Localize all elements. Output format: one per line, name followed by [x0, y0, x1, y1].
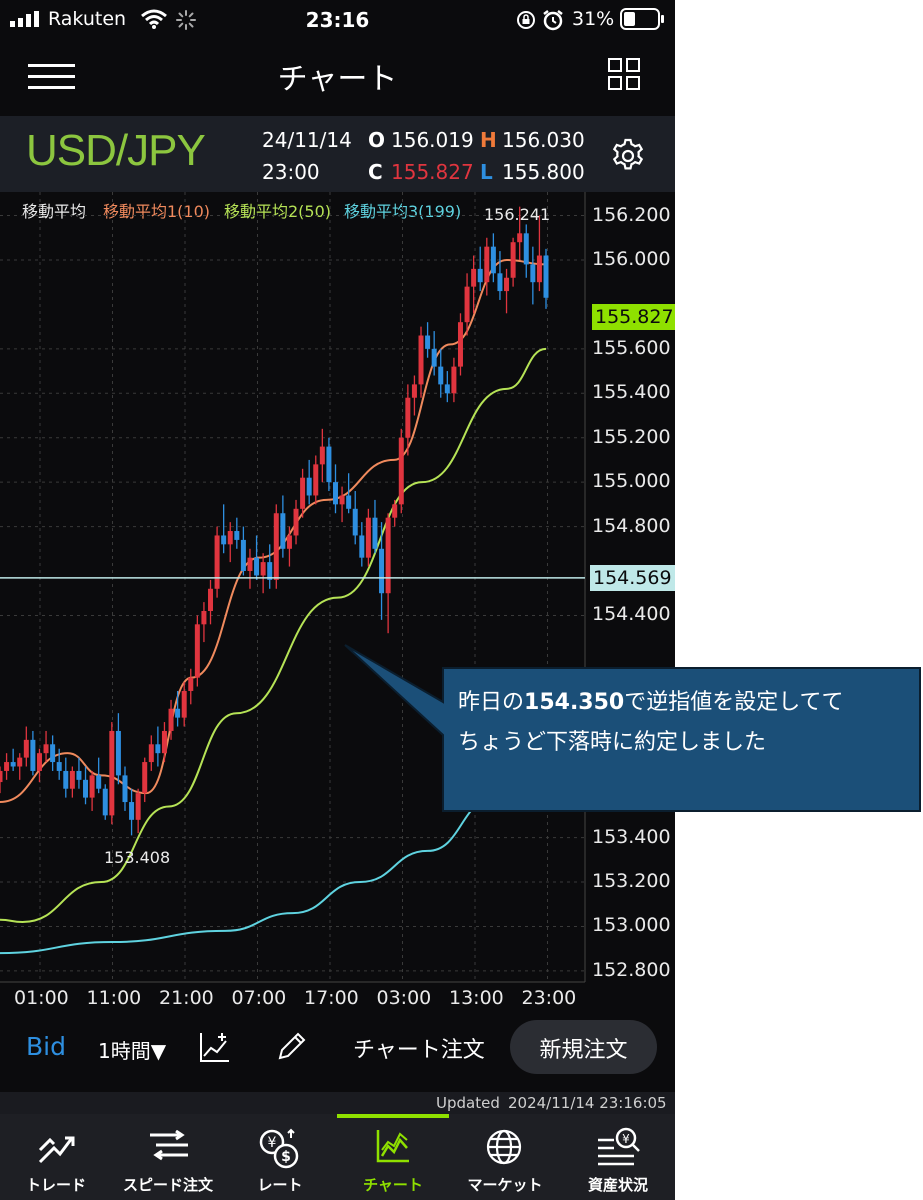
- callout-text: 昨日の154.350で逆指値を設定してて ちょうど下落時に約定しました: [458, 683, 913, 763]
- callout-bubble: [344, 644, 921, 812]
- callout-line-1: 昨日の154.350で逆指値を設定してて: [458, 690, 844, 715]
- callout-line-2: ちょうど下落時に約定しました: [458, 730, 767, 755]
- callout-price: 154.350: [524, 690, 625, 715]
